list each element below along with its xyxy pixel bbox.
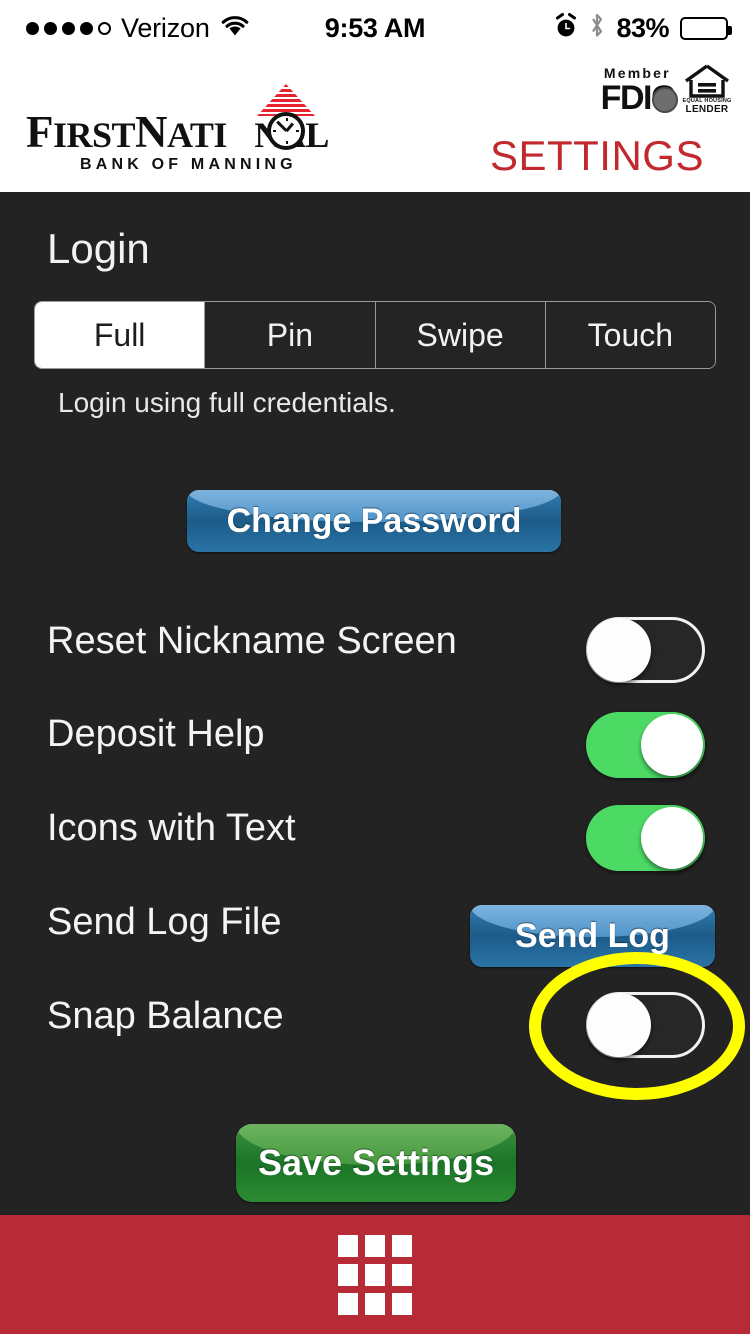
status-bar: Verizon 9:53 AM 83% bbox=[0, 0, 750, 56]
toggle-knob bbox=[641, 714, 703, 776]
fdic-seal-icon bbox=[652, 87, 678, 114]
equal-housing-line2: LENDER bbox=[685, 104, 729, 116]
fdic-member-label: Member bbox=[603, 65, 671, 82]
row-label-deposit-help: Deposit Help bbox=[47, 713, 265, 755]
bank-logo-subtitle: BANK OF MANNING bbox=[80, 156, 297, 173]
member-fdic-logo: Member FDIC bbox=[601, 65, 678, 115]
toggle-knob bbox=[587, 618, 651, 682]
settings-content: Login Full Pin Swipe Touch Login using f… bbox=[0, 192, 750, 1215]
save-settings-button-label: Save Settings bbox=[257, 1142, 495, 1183]
toggle-knob bbox=[641, 807, 703, 869]
login-mode-help-text: Login using full credentials. bbox=[58, 387, 396, 418]
app-screen: Verizon 9:53 AM 83% FIRSTNATI BANK OF MA… bbox=[0, 0, 750, 1334]
tab-full[interactable]: Full bbox=[35, 302, 206, 368]
bluetooth-icon bbox=[589, 12, 605, 44]
bank-logo: FIRSTNATIONAL BANK OF MANNING bbox=[14, 84, 394, 176]
icons-with-text-toggle[interactable] bbox=[586, 805, 705, 871]
battery-icon bbox=[680, 16, 732, 40]
row-label-snap-balance: Snap Balance bbox=[47, 995, 284, 1037]
battery-percent-label: 83% bbox=[616, 12, 669, 43]
settings-link[interactable]: SETTINGS bbox=[490, 132, 704, 180]
tab-touch[interactable]: Touch bbox=[545, 302, 715, 368]
bottom-navigation-bar bbox=[0, 1215, 750, 1334]
fdic-equal-housing-badges: Member FDIC EQUAL HOUSING LENDER bbox=[601, 64, 734, 115]
equal-housing-lender-logo: EQUAL HOUSING LENDER bbox=[680, 64, 734, 115]
row-label-send-log-file: Send Log File bbox=[47, 901, 282, 943]
change-password-button-label: Change Password bbox=[226, 501, 522, 540]
save-settings-button[interactable]: Save Settings bbox=[236, 1124, 516, 1202]
send-log-button[interactable]: Send Log bbox=[470, 905, 715, 967]
alarm-clock-icon bbox=[554, 12, 578, 44]
app-header: FIRSTNATIONAL BANK OF MANNING Member FDI… bbox=[0, 56, 750, 192]
login-mode-segmented-control[interactable]: Full Pin Swipe Touch bbox=[34, 301, 716, 369]
equal-housing-house-icon bbox=[683, 64, 731, 98]
tab-swipe[interactable]: Swipe bbox=[375, 302, 546, 368]
send-log-button-label: Send Log bbox=[515, 916, 670, 955]
row-label-icons-with-text: Icons with Text bbox=[47, 807, 296, 849]
toggle-knob bbox=[587, 993, 651, 1057]
grid-menu-icon[interactable] bbox=[338, 1234, 412, 1315]
status-bar-right: 83% bbox=[554, 12, 732, 44]
reset-nickname-screen-toggle[interactable] bbox=[586, 617, 705, 683]
change-password-button[interactable]: Change Password bbox=[187, 490, 561, 552]
clock-icon bbox=[267, 112, 305, 150]
row-label-reset-nickname-screen: Reset Nickname Screen bbox=[47, 620, 457, 662]
tab-pin[interactable]: Pin bbox=[205, 302, 376, 368]
page-title: Login bbox=[47, 225, 150, 272]
deposit-help-toggle[interactable] bbox=[586, 712, 705, 778]
snap-balance-toggle[interactable] bbox=[586, 992, 705, 1058]
